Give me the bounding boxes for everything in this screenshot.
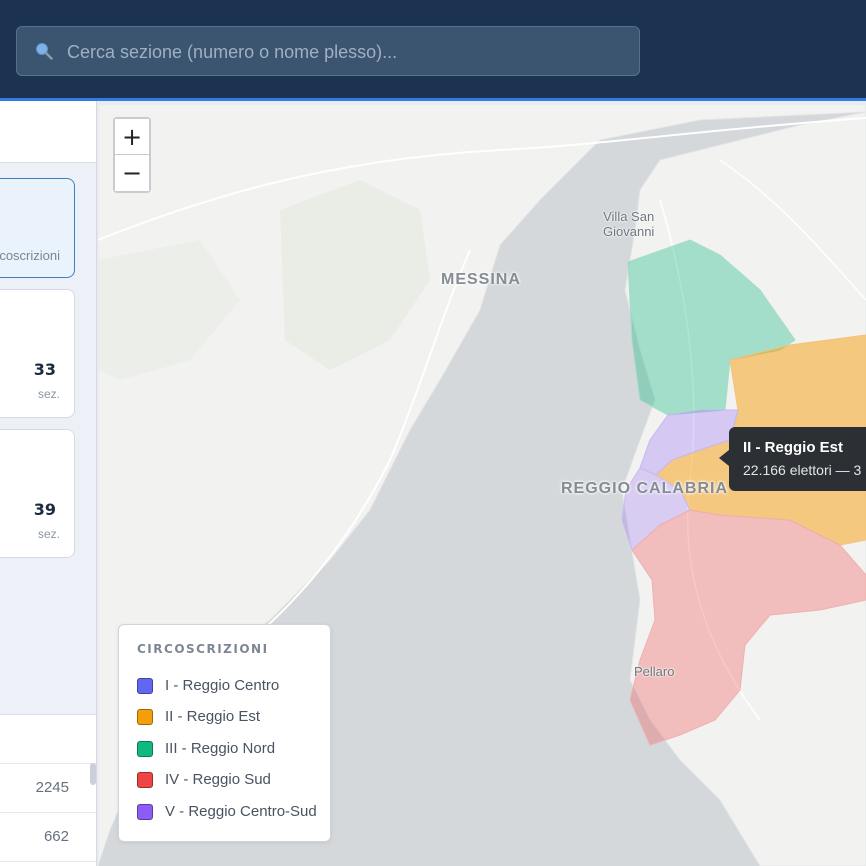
circoscrizione-card[interactable]: 39 sez. (0, 429, 75, 558)
place-label-villa-san-giovanni: Villa San Giovanni (603, 209, 655, 239)
place-label-reggio-calabria: REGGIO CALABRIA (561, 480, 728, 497)
section-list-header (0, 715, 96, 764)
place-label-pellaro: Pellaro (634, 664, 675, 679)
place-label-messina: MESSINA (441, 271, 521, 288)
tooltip-title: II - Reggio Est (743, 439, 844, 456)
section-list: 2245 662 (0, 714, 96, 866)
circoscrizioni-card[interactable]: coscrizioni (0, 178, 75, 278)
card-section-count: 39 (33, 500, 56, 519)
sidebar: coscrizioni 33 sez. 39 sez. 2245 662 (0, 101, 97, 866)
legend-swatch (137, 772, 153, 788)
zoom-out-button[interactable]: − (115, 155, 149, 191)
legend-swatch (137, 709, 153, 725)
legend-swatch (137, 804, 153, 820)
legend-label: II - Reggio Est (165, 708, 261, 725)
section-row-value: 2245 (35, 779, 69, 796)
legend-title: CIRCOSCRIZIONI (137, 642, 269, 656)
list-scrollbar[interactable] (90, 763, 96, 785)
circoscrizione-card[interactable]: 33 sez. (0, 289, 75, 418)
legend-swatch (137, 678, 153, 694)
region-tooltip: II - Reggio Est 22.166 elettori — 3 (729, 427, 866, 491)
section-row[interactable]: 662 (0, 813, 96, 862)
search-input[interactable] (65, 27, 629, 77)
card-section-unit: sez. (37, 387, 60, 401)
search-icon (36, 43, 53, 60)
section-row[interactable]: 2245 (0, 764, 96, 813)
legend-label: V - Reggio Centro-Sud (165, 803, 317, 820)
card-subtitle: coscrizioni (0, 248, 60, 263)
top-bar (0, 0, 866, 101)
legend-swatch (137, 741, 153, 757)
tooltip-detail: 22.166 elettori — 3 (743, 462, 862, 478)
search-box[interactable] (16, 26, 640, 77)
zoom-in-button[interactable]: + (115, 119, 149, 155)
legend-label: IV - Reggio Sud (165, 771, 271, 788)
section-row-value: 662 (43, 828, 69, 845)
tooltip-arrow (719, 450, 729, 466)
card-section-unit: sez. (37, 527, 60, 541)
legend-label: III - Reggio Nord (165, 740, 276, 757)
sidebar-header (0, 101, 96, 163)
legend-label: I - Reggio Centro (165, 677, 280, 694)
map-legend: CIRCOSCRIZIONI I - Reggio Centro II - Re… (118, 624, 331, 842)
zoom-control: + − (113, 117, 151, 193)
card-section-count: 33 (33, 360, 56, 379)
